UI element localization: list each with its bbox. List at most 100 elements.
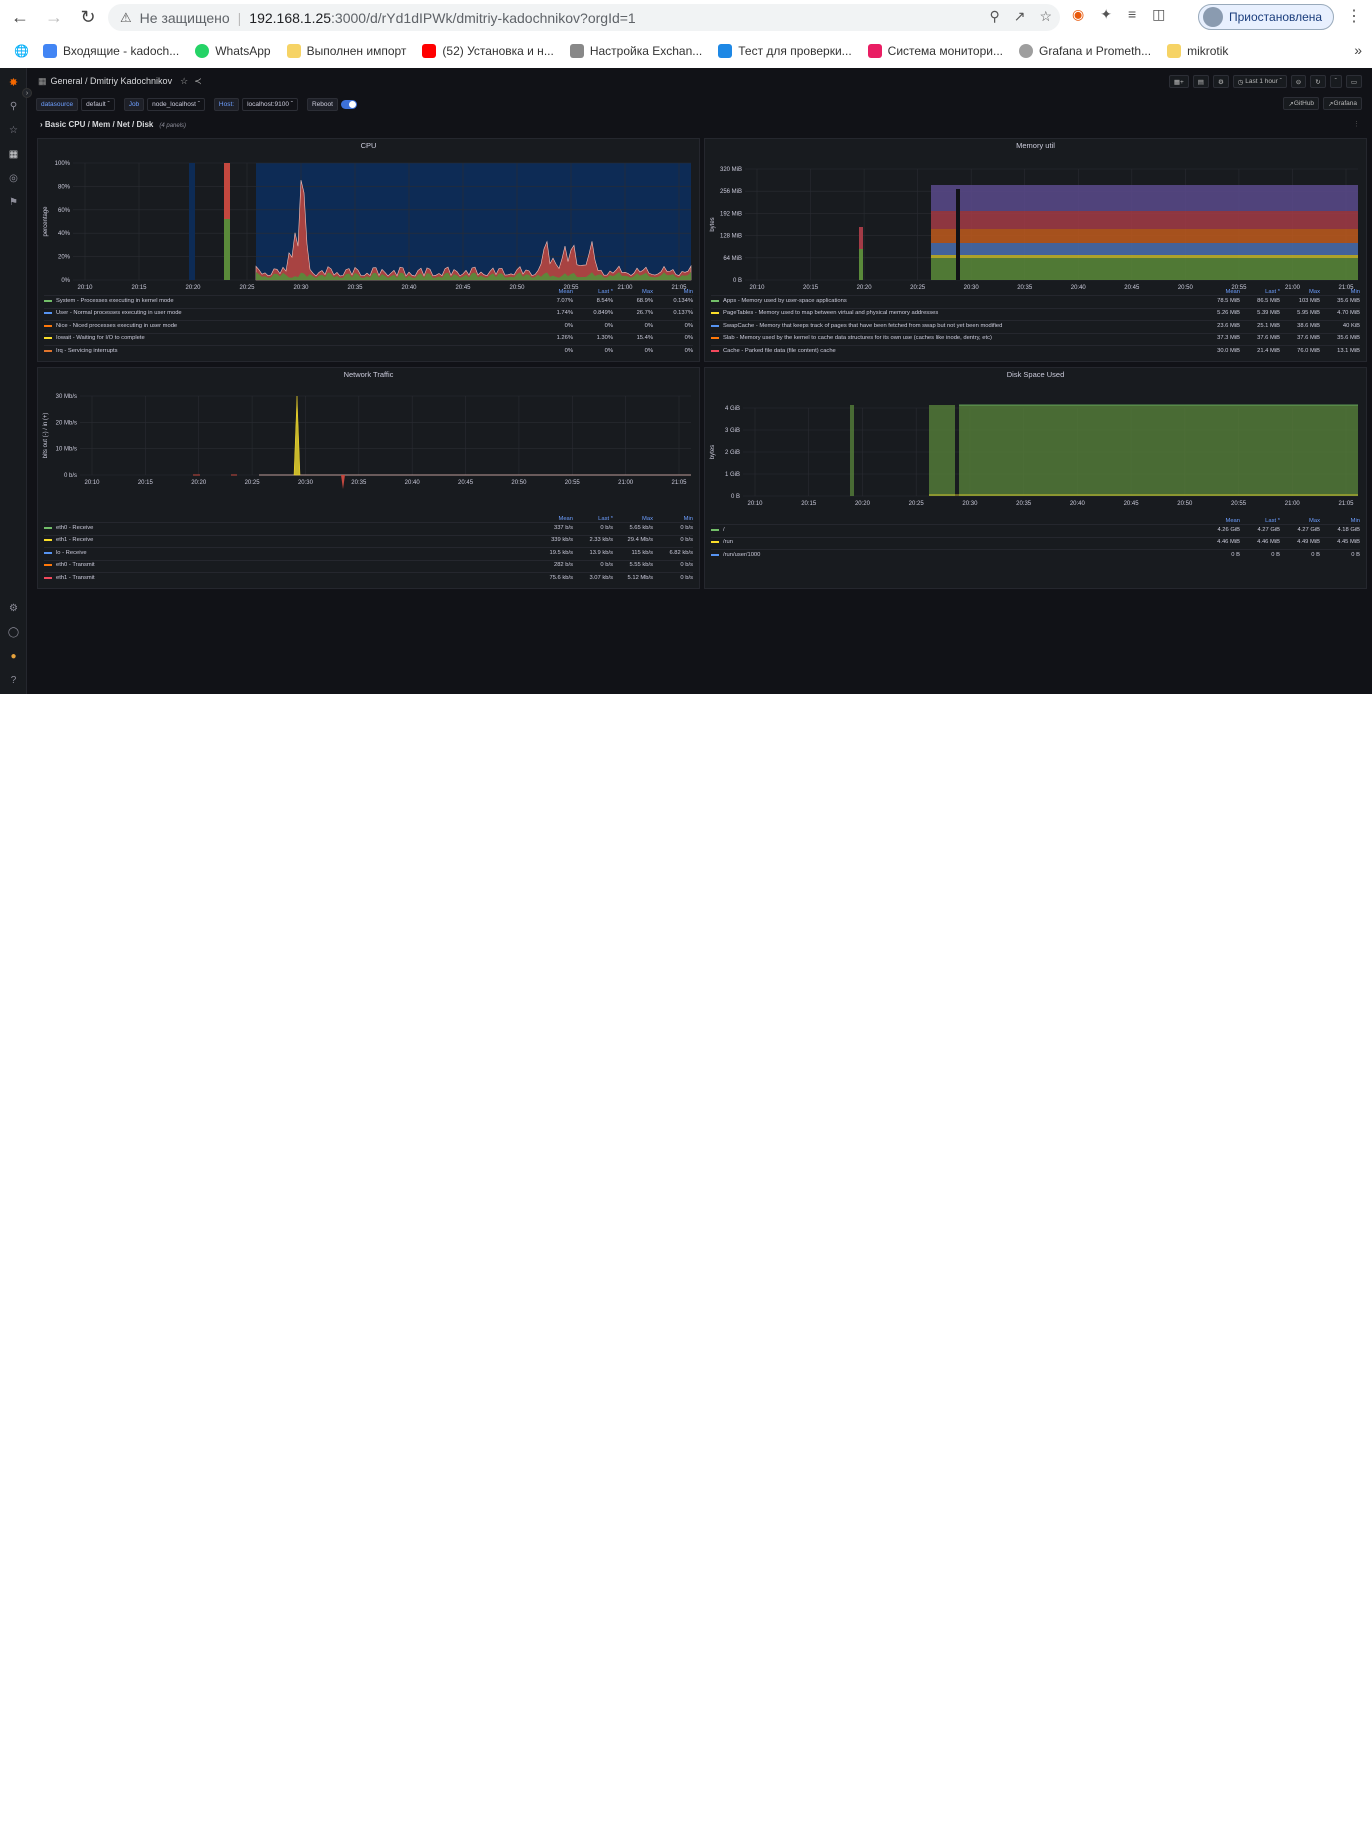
series-name[interactable]: PageTables - Memory used to map between … bbox=[723, 310, 1200, 316]
series-name[interactable]: eth1 - Transmit bbox=[56, 575, 533, 581]
warning-icon[interactable]: ⚠ bbox=[120, 10, 132, 26]
series-color-swatch[interactable] bbox=[711, 299, 719, 302]
series-name[interactable]: SwapCache - Memory that keeps track of p… bbox=[723, 323, 1200, 329]
legend-row[interactable]: /run 4.46 MiB 4.46 MiB 4.49 MiB 4.45 MiB bbox=[711, 536, 1360, 547]
series-name[interactable]: /run bbox=[723, 539, 1200, 545]
add-panel-icon[interactable]: ▦+ bbox=[1168, 75, 1189, 88]
series-color-swatch[interactable] bbox=[44, 349, 52, 352]
series-color-swatch[interactable] bbox=[44, 312, 52, 314]
menu-icon[interactable]: ⋮ bbox=[1346, 6, 1362, 26]
grafana-link[interactable]: ↗ Grafana bbox=[1323, 97, 1362, 110]
refresh-interval-picker[interactable]: ˇ bbox=[1329, 75, 1342, 88]
legend-row[interactable]: Slab - Memory used by the kernel to cach… bbox=[711, 332, 1360, 343]
legend-row[interactable]: Iowait - Waiting for I/O to complete 1.26… bbox=[44, 332, 693, 343]
bookmark[interactable]: WhatsApp bbox=[195, 44, 271, 58]
drag-handle-icon[interactable]: ⋮ bbox=[1353, 120, 1360, 128]
github-link[interactable]: ↗ GitHub bbox=[1283, 97, 1320, 110]
series-color-swatch[interactable] bbox=[711, 337, 719, 339]
series-color-swatch[interactable] bbox=[711, 541, 719, 543]
bookmark[interactable]: Настройка Exchan... bbox=[569, 44, 702, 58]
search-icon[interactable]: ⚲ bbox=[7, 100, 20, 113]
dashboards-icon[interactable]: ▦ bbox=[7, 148, 20, 161]
save-icon[interactable]: ▤ bbox=[1192, 75, 1209, 88]
series-color-swatch[interactable] bbox=[711, 528, 719, 531]
host-select[interactable]: localhost:9100 ˇ bbox=[242, 97, 298, 111]
puzzle-icon[interactable]: ✦ bbox=[1100, 6, 1112, 23]
series-name[interactable]: eth0 - Transmit bbox=[56, 562, 533, 568]
series-color-swatch[interactable] bbox=[711, 349, 719, 352]
series-name[interactable]: User - Normal processes executing in use… bbox=[56, 310, 533, 316]
series-color-swatch[interactable] bbox=[44, 526, 52, 529]
bookmark[interactable]: Тест для проверки... bbox=[718, 44, 852, 58]
legend-row[interactable]: Irq - Servicing interrupts 0% 0% 0% 0% bbox=[44, 345, 693, 355]
profile-button[interactable]: Приостановлена bbox=[1198, 4, 1334, 30]
legend-row[interactable]: User - Normal processes executing in use… bbox=[44, 307, 693, 318]
legend-row[interactable]: Nice - Niced processes executing in user… bbox=[44, 320, 693, 330]
legend-row[interactable]: /run/user/1000 0 B 0 B 0 B 0 B bbox=[711, 549, 1360, 559]
series-name[interactable]: /run/user/1000 bbox=[723, 552, 1200, 558]
zoom-out-icon[interactable]: ⊖ bbox=[1290, 75, 1307, 88]
bookmark[interactable]: mikrotik bbox=[1167, 44, 1228, 58]
series-name[interactable]: eth1 - Receive bbox=[56, 537, 533, 543]
series-name[interactable]: lo - Receive bbox=[56, 550, 533, 556]
address-bar[interactable]: ⚠ Не защищено | 192.168.1.25:3000/d/rYd1… bbox=[108, 4, 1060, 31]
bookmark[interactable]: Система монитори... bbox=[867, 44, 1003, 58]
forward-icon[interactable]: → bbox=[40, 3, 68, 31]
series-color-swatch[interactable] bbox=[44, 324, 52, 327]
grafana-logo-icon[interactable]: ✸ bbox=[7, 76, 20, 89]
series-name[interactable]: Iowait - Waiting for I/O to complete bbox=[56, 335, 533, 341]
refresh-icon[interactable]: ↻ bbox=[1310, 75, 1326, 88]
series-color-swatch[interactable] bbox=[44, 337, 52, 339]
zoom-icon[interactable]: ⚲ bbox=[989, 8, 999, 25]
series-name[interactable]: Cache - Parked file data (file content) … bbox=[723, 348, 1200, 354]
bookmark[interactable]: Входящие - kadoch... bbox=[42, 44, 179, 58]
legend-row[interactable]: Cache - Parked file data (file content) … bbox=[711, 345, 1360, 355]
starred-icon[interactable]: ☆ bbox=[7, 124, 20, 137]
share-icon[interactable]: ≺ bbox=[194, 76, 202, 87]
bookmark[interactable]: (52) Установка и н... bbox=[422, 44, 554, 58]
series-color-swatch[interactable] bbox=[711, 324, 719, 327]
bookmark-globe-icon[interactable]: 🌐 bbox=[14, 44, 29, 58]
legend-row[interactable]: PageTables - Memory used to map between … bbox=[711, 307, 1360, 318]
bookmark-star-icon[interactable]: ☆ bbox=[1039, 8, 1052, 25]
series-name[interactable]: Irq - Servicing interrupts bbox=[56, 348, 533, 354]
series-name[interactable]: eth0 - Receive bbox=[56, 525, 533, 531]
series-name[interactable]: Slab - Memory used by the kernel to cach… bbox=[723, 335, 1200, 341]
series-color-swatch[interactable] bbox=[44, 539, 52, 541]
legend-row[interactable]: SwapCache - Memory that keeps track of p… bbox=[711, 320, 1360, 330]
datasource-select[interactable]: default ˇ bbox=[81, 97, 115, 111]
series-color-swatch[interactable] bbox=[711, 553, 719, 556]
panel-disk[interactable]: Disk Space Used 4 GiB 3 GiB 2 GiB 1 GiB 0 B2… bbox=[704, 367, 1367, 589]
legend-row[interactable]: System - Processes executing in kernel m… bbox=[44, 295, 693, 305]
reboot-toggle[interactable] bbox=[340, 99, 357, 109]
more-bookmarks-icon[interactable]: » bbox=[1354, 42, 1362, 58]
bookmark[interactable]: Выполнен импорт bbox=[286, 44, 406, 58]
series-color-swatch[interactable] bbox=[44, 551, 52, 554]
row-header[interactable]: › Basic CPU / Mem / Net / Disk (4 panels) bbox=[40, 120, 186, 129]
legend-row[interactable]: eth1 - Receive 339 kb/s 2.33 kb/s 29.4 Mb/s… bbox=[44, 534, 693, 545]
alerting-icon[interactable]: ⚑ bbox=[7, 196, 20, 209]
legend-row[interactable]: eth1 - Transmit 75.6 kb/s 3.07 kb/s 5.12 Mb… bbox=[44, 572, 693, 582]
help-icon[interactable]: ? bbox=[7, 674, 20, 687]
panel-cpu[interactable]: CPU 100% 80% 60% 40% 20% 0% 20:10 20:15 20:20 20:… bbox=[37, 138, 700, 362]
legend-row[interactable]: eth0 - Receive 337 b/s 0 b/s 5.65 kb/s 0 b/s bbox=[44, 522, 693, 532]
series-name[interactable]: / bbox=[723, 527, 1200, 533]
side-panel-icon[interactable]: ◫ bbox=[1152, 6, 1165, 23]
back-icon[interactable]: ← bbox=[6, 3, 34, 31]
panel-network[interactable]: Network Traffic 30 Mb/s 20 Mb/s 10 Mb/s 0 b… bbox=[37, 367, 700, 589]
user-avatar-icon[interactable]: ● bbox=[7, 650, 20, 663]
legend-row[interactable]: Apps - Memory used by user-space applica… bbox=[711, 295, 1360, 305]
favorite-star-icon[interactable]: ☆ bbox=[180, 76, 188, 87]
series-color-swatch[interactable] bbox=[44, 564, 52, 566]
series-name[interactable]: System - Processes executing in kernel m… bbox=[56, 298, 533, 304]
breadcrumb[interactable]: ▦ General / Dmitriy Kadochnikov bbox=[38, 76, 172, 87]
extension-icon[interactable]: ◉ bbox=[1072, 6, 1084, 23]
time-picker[interactable]: ◷ Last 1 hour ˇ bbox=[1232, 75, 1287, 88]
series-name[interactable]: Apps - Memory used by user-space applica… bbox=[723, 298, 1200, 304]
explore-icon[interactable]: ◎ bbox=[7, 172, 20, 185]
series-name[interactable]: Nice - Niced processes executing in user… bbox=[56, 323, 533, 329]
settings-icon[interactable]: ⚙ bbox=[7, 602, 20, 615]
reading-list-icon[interactable]: ≡ bbox=[1128, 6, 1136, 23]
share-icon[interactable]: ↗ bbox=[1014, 8, 1026, 25]
shield-icon[interactable]: ◯ bbox=[7, 626, 20, 639]
